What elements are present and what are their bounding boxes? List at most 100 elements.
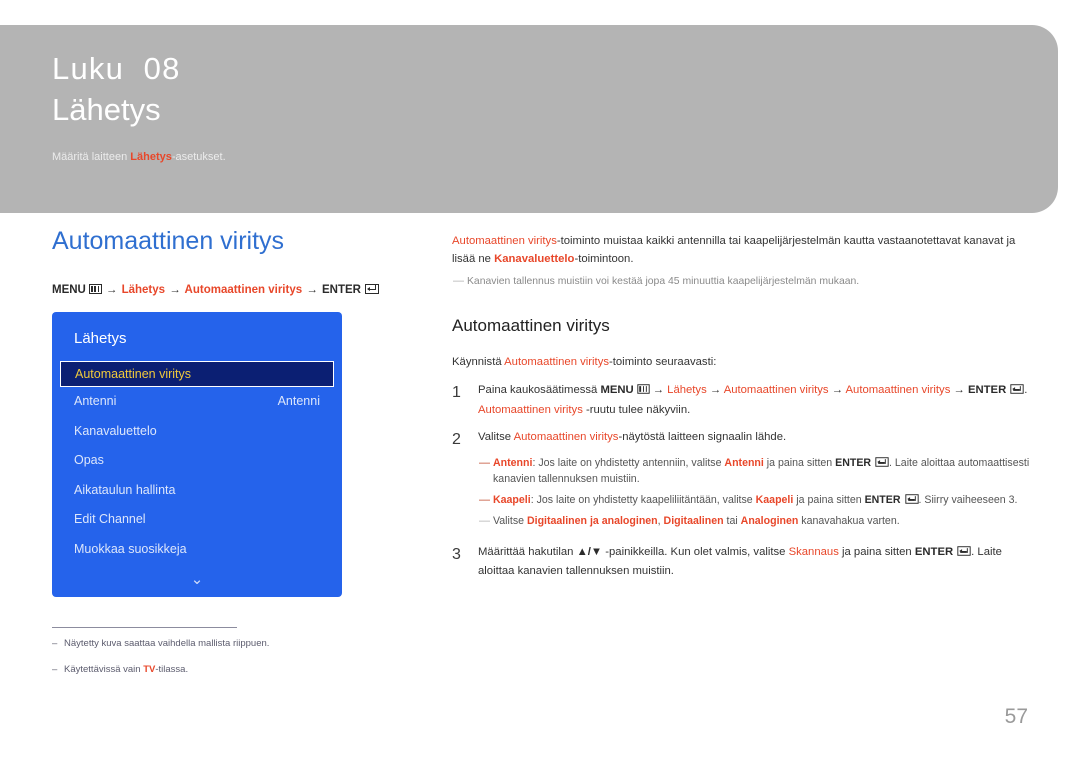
breadcrumb-enter-label: ENTER: [322, 283, 361, 296]
steps-list: 1 Paina kaukosäätimessä MENU → Lähetys → …: [452, 381, 1030, 582]
intro-highlight-2: Kanavaluettelo: [494, 253, 575, 266]
lead-post: -toiminto seuraavasti:: [609, 355, 717, 368]
step1-text-a: Paina kaukosäätimessä: [478, 383, 601, 396]
tv-menu-item-muokkaa-suosikkeja[interactable]: Muokkaa suosikkeja: [52, 534, 342, 564]
chapter-header-band: Luku 08 Lähetys Määritä laitteen Lähetys…: [0, 25, 1058, 213]
footnote-text: Näytetty kuva saattaa vaihdella mallista…: [64, 637, 270, 649]
substep-title: Antenni: [493, 457, 533, 470]
step2-highlight: Automaattinen viritys: [513, 431, 619, 444]
step-item: 3 Määrittää hakutilan ▲/▼ -painikkeilla.…: [452, 543, 1030, 583]
tv-menu-item-kanavaluettelo[interactable]: Kanavaluettelo: [52, 416, 342, 446]
tv-menu-item-edit-channel[interactable]: Edit Channel: [52, 505, 342, 535]
lead-line: Käynnistä Automaattinen viritys-toiminto…: [452, 353, 1030, 371]
substep-option: Antenni: [724, 457, 764, 470]
step-number: 2: [452, 431, 461, 449]
chapter-subtitle: Määritä laitteen Lähetys-asetukset.: [52, 151, 1018, 163]
step-body: Paina kaukosäätimessä MENU → Lähetys → Au…: [478, 381, 1030, 421]
step1-arrow-3: →: [831, 383, 843, 396]
substep-hakutila: ― Valitse Digitaalinen ja analoginen, Dig…: [478, 514, 1030, 530]
note-text: Kanavien tallennus muistiin voi kestää j…: [467, 275, 860, 287]
step2-post: -näytöstä laitteen signaalin lähde.: [618, 431, 787, 444]
substep-option: Kaapeli: [755, 493, 794, 506]
step-body: Valitse Automaattinen viritys-näytöstä l…: [478, 428, 1030, 534]
step1-line2-highlight: Automaattinen viritys: [478, 403, 583, 416]
tv-menu-item-opas[interactable]: Opas: [52, 446, 342, 476]
tv-menu-title: Lähetys: [74, 329, 127, 347]
substep-kaapeli: ― Kaapeli: Jos laite on yhdistetty kaapel…: [478, 493, 1030, 509]
substep-option-1: Digitaalinen ja analoginen: [526, 514, 658, 527]
tv-menu-item-label: Opas: [74, 453, 104, 468]
step3-arrow-keys: ▲/▼: [576, 545, 603, 558]
intro-text-2: -toimintoon.: [574, 253, 634, 266]
step1-period: .: [1024, 383, 1028, 396]
substep-dash: ―: [479, 493, 490, 506]
tv-menu-item-label: Kanavaluettelo: [74, 423, 157, 438]
chapter-subtitle-pre: Määritä laitteen: [52, 151, 131, 164]
chapter-kicker: Luku 08: [52, 51, 181, 86]
intro-highlight-1: Automaattinen viritys: [452, 235, 557, 247]
enter-key-icon: [957, 545, 971, 556]
step-number: 3: [452, 545, 461, 563]
step3-enter-label: ENTER: [914, 545, 954, 558]
tv-menu-item-aikataulun-hallinta[interactable]: Aikataulun hallinta: [52, 475, 342, 505]
enter-key-icon: [365, 283, 379, 294]
enter-key-icon: [1010, 384, 1024, 394]
substep-dash: ―: [479, 457, 490, 470]
tv-menu-item-label: Aikataulun hallinta: [74, 482, 176, 497]
substep-text-d: . Siirry vaiheeseen 3.: [918, 493, 1018, 506]
substep-text-c: ja paina sitten: [763, 457, 836, 470]
note-dash: ―: [453, 274, 464, 287]
footnote-divider: [52, 626, 237, 628]
substep-title: Kaapeli: [493, 493, 531, 506]
footnote-text-post: -tilassa.: [155, 663, 189, 675]
intro-note: ― Kanavien tallennus muistiin voi kestää …: [452, 274, 1030, 290]
chevron-down-icon[interactable]: ⌄: [52, 564, 342, 589]
tv-menu-item-automaattinen-viritys[interactable]: Automaattinen viritys: [60, 360, 334, 387]
substep-pre: Valitse: [493, 514, 527, 527]
tv-menu-mock: Lähetys Automaattinen viritys Antenni An…: [52, 311, 342, 597]
step1-arrow-2: →: [709, 383, 722, 396]
tv-menu-item-label: Edit Channel: [74, 512, 146, 527]
substep-option-3: Analoginen: [740, 514, 799, 527]
substep-text-c: ja paina sitten: [793, 493, 865, 506]
tv-menu-item-label: Muokkaa suosikkeja: [74, 541, 187, 556]
breadcrumb-menu-label: MENU: [52, 283, 86, 296]
substep-enter-label: ENTER: [835, 457, 872, 470]
tv-menu-item-label: Automaattinen viritys: [75, 366, 192, 381]
tv-menu-item-value: Antenni: [277, 394, 320, 409]
lead-highlight: Automaattinen viritys: [504, 355, 609, 368]
step1-path-3: Automaattinen viritys: [845, 383, 951, 396]
step1-arrow-1: →: [652, 383, 665, 396]
enter-key-icon: [904, 494, 919, 504]
chapter-title: Lähetys: [52, 91, 161, 127]
menu-grid-icon: [637, 384, 650, 394]
breadcrumb-item-2: Automaattinen viritys: [184, 283, 303, 296]
step-item: 2 Valitse Automaattinen viritys-näytöstä…: [452, 428, 1030, 534]
step1-menu-label: MENU: [600, 383, 634, 396]
footnote-item: – Käytettävissä vain TV-tilassa.: [52, 663, 252, 677]
step3-text-b: -painikkeilla. Kun olet valmis, valitse: [602, 545, 789, 558]
substep-sep-2: tai: [723, 514, 741, 527]
chapter-header-content: Luku 08 Lähetys Määritä laitteen Lähetys…: [52, 49, 1018, 163]
substep-antenni: ― Antenni: Jos laite on yhdistetty antenn…: [478, 456, 1030, 488]
step1-arrow-4: →: [953, 383, 965, 396]
step1-path-2: Automaattinen viritys: [723, 383, 829, 396]
step1-path-1: Lähetys: [667, 383, 707, 396]
subsection-title: Automaattinen viritys: [452, 315, 610, 335]
substep-enter-label: ENTER: [864, 493, 901, 506]
tv-menu-item-antenni[interactable]: Antenni Antenni: [52, 387, 342, 417]
left-column: Automaattinen viritys MENU → Lähetys → Au…: [52, 227, 402, 689]
breadcrumb: MENU → Lähetys → Automaattinen viritys → …: [52, 282, 402, 298]
footnotes: – Näytetty kuva saattaa vaihdella mallist…: [52, 626, 269, 678]
intro-paragraph: Automaattinen viritys-toiminto muistaa k…: [452, 232, 1030, 269]
step-number: 1: [452, 383, 461, 401]
substep-option-2: Digitaalinen: [663, 514, 724, 527]
step1-enter-label: ENTER: [967, 383, 1007, 396]
step3-highlight: Skannaus: [788, 545, 839, 558]
breadcrumb-item-1: Lähetys: [121, 283, 166, 296]
step3-text-a: Määrittää hakutilan: [478, 545, 577, 558]
footnote-text: Käytettävissä vain: [64, 663, 144, 675]
lead-pre: Käynnistä: [452, 355, 505, 368]
substep-dash: ―: [479, 514, 490, 527]
footnote-highlight: TV: [143, 663, 156, 675]
